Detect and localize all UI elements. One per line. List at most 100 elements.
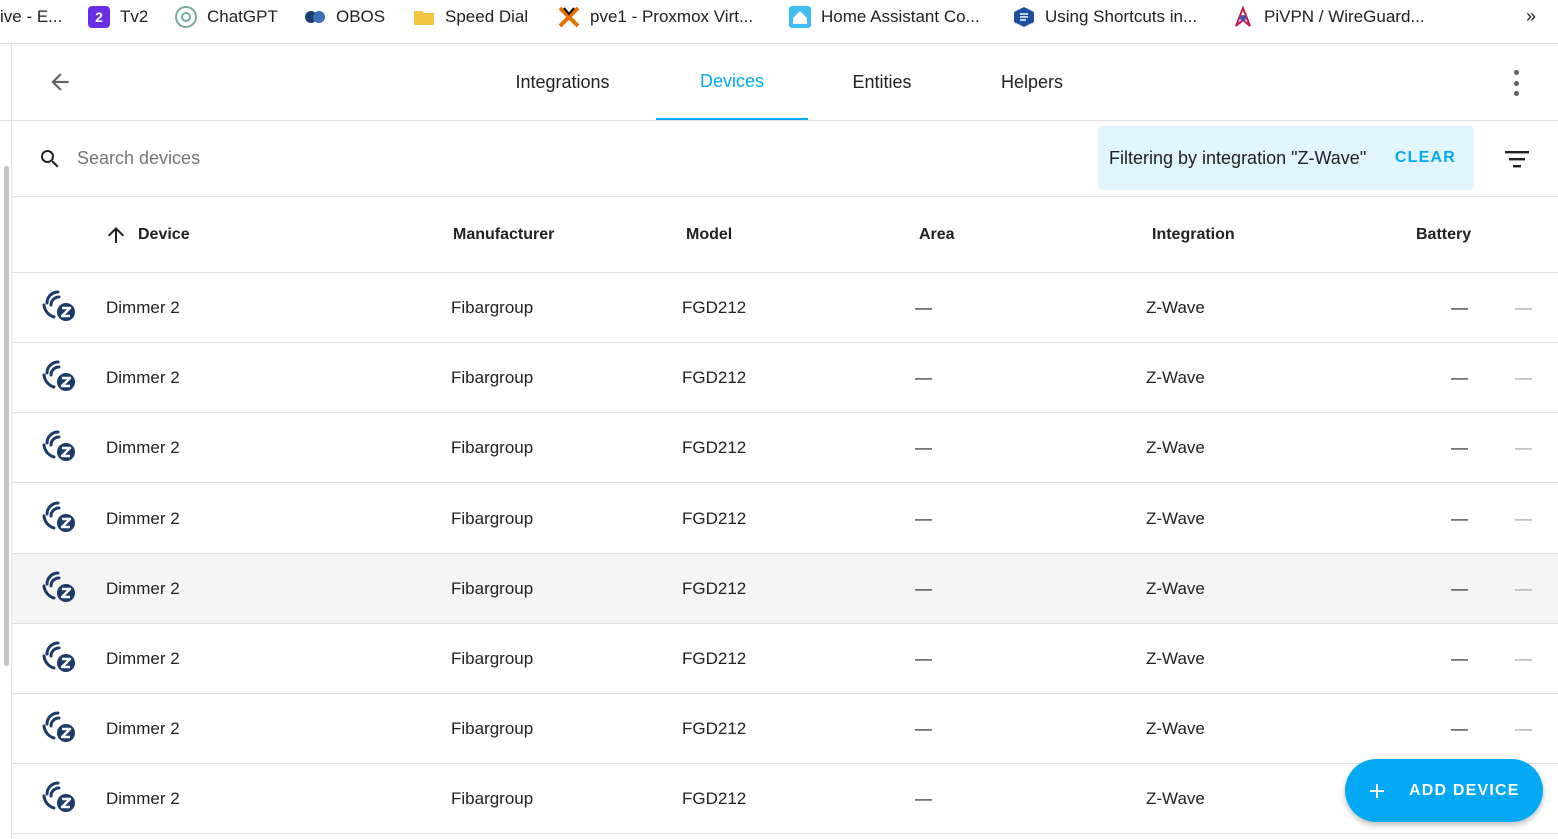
sidebar-divider bbox=[0, 120, 11, 121]
tab-label: Devices bbox=[699, 70, 765, 91]
cell-device: Dimmer 2 bbox=[106, 579, 180, 598]
cell-manufacturer: Fibargroup bbox=[451, 368, 534, 387]
table-row[interactable]: Dimmer 2 Fibargroup FGD212 — Z-Wave — — bbox=[12, 624, 1558, 694]
bookmark-tv2[interactable]: 2 Tv2 bbox=[88, 6, 148, 28]
cell-model: FGD212 bbox=[682, 509, 747, 528]
table-row[interactable]: Dimmer 2 Fibargroup FGD212 — Z-Wave — — bbox=[12, 554, 1558, 624]
bookmark-chatgpt[interactable]: ChatGPT bbox=[175, 6, 278, 28]
cell-model: FGD212 bbox=[682, 649, 747, 668]
search-icon bbox=[41, 150, 59, 168]
scrollbar[interactable] bbox=[4, 166, 9, 666]
cell-extra: — bbox=[1515, 649, 1532, 668]
bookmark-label: Tv2 bbox=[120, 7, 149, 26]
table-row[interactable]: Dimmer 2 Fibargroup FGD212 — Z-Wave — — bbox=[12, 484, 1558, 554]
cell-device: Dimmer 2 bbox=[106, 509, 180, 528]
tab-entities[interactable]: Entities bbox=[830, 44, 934, 120]
cell-extra: — bbox=[1515, 509, 1532, 528]
cell-model: FGD212 bbox=[682, 789, 747, 808]
bookmark-shortcuts[interactable]: Using Shortcuts in... bbox=[1013, 6, 1197, 28]
cell-battery: — bbox=[1451, 579, 1468, 598]
obos-icon bbox=[304, 6, 326, 28]
cell-manufacturer: Fibargroup bbox=[451, 649, 534, 668]
bookmark-label: Speed Dial bbox=[445, 7, 529, 26]
tv2-icon: 2 bbox=[88, 6, 110, 28]
cell-manufacturer: Fibargroup bbox=[451, 789, 534, 808]
cell-device: Dimmer 2 bbox=[106, 438, 180, 457]
bookmark-label: Home Assistant Co... bbox=[821, 7, 980, 26]
search-input[interactable] bbox=[77, 143, 677, 173]
cell-extra: — bbox=[1515, 719, 1532, 738]
cell-area: — bbox=[915, 649, 932, 668]
arrow-up-icon bbox=[108, 226, 124, 243]
column-header-battery[interactable]: Battery bbox=[1416, 197, 1471, 272]
cell-device: Dimmer 2 bbox=[106, 649, 180, 668]
bookmark-pivpn[interactable]: PiVPN / WireGuard... bbox=[1232, 6, 1425, 28]
table-row[interactable]: Dimmer 2 Fibargroup FGD212 — Z-Wave — — bbox=[12, 694, 1558, 764]
tab-integrations[interactable]: Integrations bbox=[492, 44, 633, 120]
back-button[interactable] bbox=[46, 68, 74, 96]
overflow-menu-button[interactable] bbox=[1504, 70, 1528, 96]
proxmox-icon bbox=[558, 6, 580, 28]
cell-model: FGD212 bbox=[682, 298, 747, 317]
filter-text: Filtering by integration "Z-Wave" bbox=[1109, 147, 1367, 168]
cell-extra: — bbox=[1515, 298, 1532, 317]
tab-label: Integrations bbox=[515, 71, 610, 92]
bookmark-partial[interactable]: ive - E... bbox=[0, 6, 62, 28]
column-label: Device bbox=[138, 225, 190, 243]
clear-filter-button[interactable]: CLEAR bbox=[1395, 126, 1456, 190]
table-row[interactable]: Dimmer 2 Fibargroup FGD212 — Z-Wave — — bbox=[12, 413, 1558, 483]
cell-battery: — bbox=[1451, 509, 1468, 528]
cell-extra: — bbox=[1515, 368, 1532, 387]
column-label: Integration bbox=[1152, 225, 1235, 243]
cell-model: FGD212 bbox=[682, 579, 747, 598]
cell-battery: — bbox=[1451, 368, 1468, 387]
bookmark-label: PiVPN / WireGuard... bbox=[1264, 7, 1425, 26]
filter-chip: Filtering by integration "Z-Wave" CLEAR bbox=[1098, 126, 1474, 190]
home-assistant-icon bbox=[789, 6, 811, 28]
column-header-model[interactable]: Model bbox=[686, 197, 732, 272]
cell-device: Dimmer 2 bbox=[106, 368, 180, 387]
column-label: Battery bbox=[1416, 225, 1472, 243]
cell-manufacturer: Fibargroup bbox=[451, 509, 534, 528]
cell-battery: — bbox=[1451, 719, 1468, 738]
table-row[interactable]: Dimmer 2 Fibargroup FGD212 — Z-Wave — — bbox=[12, 273, 1558, 343]
bookmark-label: pve1 - Proxmox Virt... bbox=[590, 7, 754, 26]
cell-battery: — bbox=[1451, 649, 1468, 668]
table-header: Device Manufacturer Model Area Integrati… bbox=[12, 197, 1558, 273]
zwave-icon bbox=[42, 290, 75, 321]
add-device-button[interactable]: ADD DEVICE bbox=[1345, 759, 1543, 822]
bookmark-obos[interactable]: OBOS bbox=[304, 6, 385, 28]
cell-integration: Z-Wave bbox=[1146, 438, 1205, 457]
column-header-device[interactable]: Device bbox=[104, 197, 190, 272]
column-header-area[interactable]: Area bbox=[919, 197, 955, 272]
bookmarks-bar: ive - E... 2 Tv2 ChatGPT OBOS Speed Dial… bbox=[0, 0, 1558, 44]
cell-device: Dimmer 2 bbox=[106, 789, 180, 808]
tab-label: Entities bbox=[852, 71, 912, 92]
cell-device: Dimmer 2 bbox=[106, 298, 180, 317]
cell-area: — bbox=[915, 438, 932, 457]
svg-text:2: 2 bbox=[95, 9, 103, 25]
bookmark-proxmox[interactable]: pve1 - Proxmox Virt... bbox=[558, 6, 753, 28]
add-device-label: ADD DEVICE bbox=[1409, 781, 1520, 799]
bookmark-home-assistant[interactable]: Home Assistant Co... bbox=[789, 6, 980, 28]
plus-icon bbox=[1370, 783, 1384, 798]
tab-label: Helpers bbox=[1000, 71, 1064, 92]
bookmark-speed-dial[interactable]: Speed Dial bbox=[413, 6, 528, 28]
table-row[interactable]: Dimmer 2 Fibargroup FGD212 — Z-Wave — — bbox=[12, 343, 1558, 413]
cell-integration: Z-Wave bbox=[1146, 649, 1205, 668]
column-header-manufacturer[interactable]: Manufacturer bbox=[453, 197, 554, 272]
cell-model: FGD212 bbox=[682, 719, 747, 738]
dot-icon bbox=[1513, 91, 1519, 96]
column-header-integration[interactable]: Integration bbox=[1152, 197, 1235, 272]
column-label: Area bbox=[919, 225, 955, 243]
search-bar: Filtering by integration "Z-Wave" CLEAR bbox=[12, 121, 1558, 197]
tab-devices[interactable]: Devices bbox=[656, 44, 808, 120]
table-row[interactable]: Dimmer 2 Fibargroup FGD212 — Z-Wave — — bbox=[12, 764, 1558, 834]
top-app-bar: Integrations Devices Entities Helpers bbox=[12, 44, 1558, 121]
tab-helpers[interactable]: Helpers bbox=[980, 44, 1084, 120]
cell-manufacturer: Fibargroup bbox=[451, 298, 534, 317]
zwave-icon bbox=[42, 360, 75, 391]
dot-icon bbox=[1513, 70, 1519, 75]
bookmarks-overflow-button[interactable]: » bbox=[1526, 6, 1536, 27]
filter-icon[interactable] bbox=[1504, 148, 1530, 170]
